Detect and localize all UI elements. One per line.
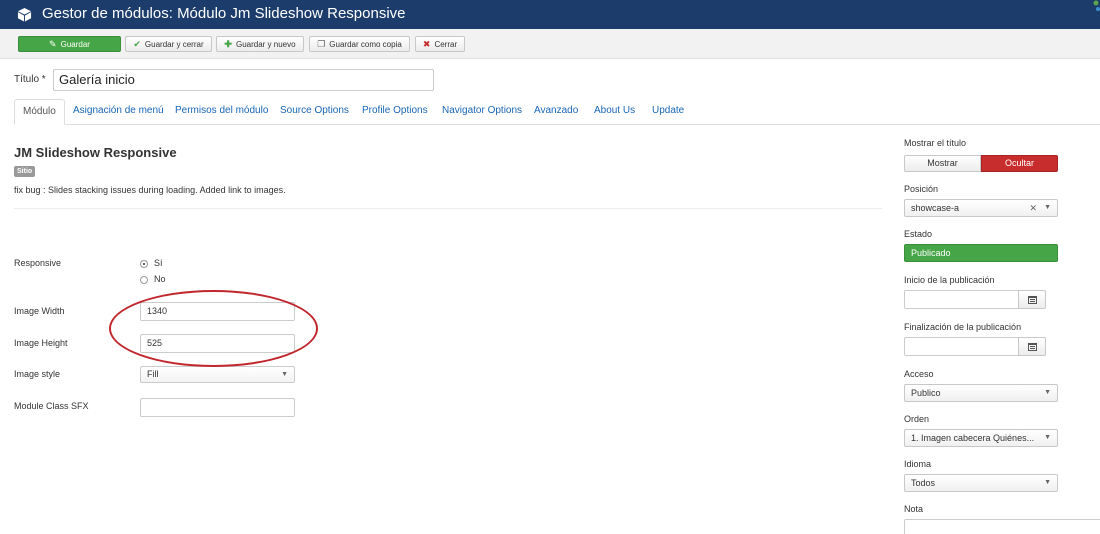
order-value: 1. Imagen cabecera Quiénes... xyxy=(911,433,1035,443)
image-style-value: Fill xyxy=(147,369,159,379)
module-class-sfx-label: Module Class SFX xyxy=(14,401,89,411)
image-style-select[interactable]: Fill ▼ xyxy=(140,366,295,383)
module-name: JM Slideshow Responsive xyxy=(14,145,177,160)
image-width-label: Image Width xyxy=(14,306,65,316)
responsive-yes-label[interactable]: Sí xyxy=(154,258,163,268)
calendar-icon xyxy=(1027,295,1037,304)
chevron-down-icon: ▼ xyxy=(1044,389,1051,396)
access-value: Publico xyxy=(911,388,941,398)
cancel-icon: ✖ xyxy=(422,38,431,49)
access-label: Acceso xyxy=(904,369,934,379)
plus-icon: ✚ xyxy=(224,38,232,49)
language-label: Idioma xyxy=(904,459,932,469)
chevron-down-icon: ▼ xyxy=(1044,479,1051,486)
responsive-no-radio[interactable] xyxy=(140,276,148,284)
title-label: Título * xyxy=(14,74,46,85)
tab-source-options[interactable]: Source Options xyxy=(280,99,349,125)
note-input[interactable] xyxy=(904,519,1100,534)
position-label: Posición xyxy=(904,184,939,194)
tab-modulo[interactable]: Módulo xyxy=(14,99,65,125)
save-button[interactable]: ✎ Guardar xyxy=(18,36,121,52)
calendar-icon xyxy=(1027,342,1037,351)
show-title-hide-button[interactable]: Ocultar xyxy=(981,155,1058,172)
publish-up-calendar-button[interactable] xyxy=(1018,290,1046,309)
publish-down-input[interactable] xyxy=(904,337,1019,356)
publish-down-calendar-button[interactable] xyxy=(1018,337,1046,356)
publish-down-label: Finalización de la publicación xyxy=(904,322,1022,332)
responsive-label: Responsive xyxy=(14,258,62,268)
clear-icon[interactable]: ✕ xyxy=(1029,200,1037,216)
note-label: Nota xyxy=(904,504,924,514)
save-close-button[interactable]: ✔ Guardar y cerrar xyxy=(125,36,212,52)
tab-asignacion-menu[interactable]: Asignación de menú xyxy=(73,99,164,125)
copy-icon: ❐ xyxy=(317,38,326,49)
module-class-sfx-input[interactable] xyxy=(140,398,295,417)
image-style-label: Image style xyxy=(14,369,61,379)
tab-navigator-options[interactable]: Navigator Options xyxy=(442,99,522,125)
tab-update[interactable]: Update xyxy=(652,99,684,125)
language-value: Todos xyxy=(911,478,936,488)
save-copy-button[interactable]: ❐ Guardar como copia xyxy=(309,36,410,52)
joomla-logo-icon xyxy=(1093,0,1100,11)
chevron-down-icon: ▼ xyxy=(281,371,288,378)
tab-about-us[interactable]: About Us xyxy=(594,99,635,125)
show-title-label: Mostrar el título xyxy=(904,138,967,148)
position-select[interactable]: showcase-a ✕ ▼ xyxy=(904,199,1058,217)
publish-up-input[interactable] xyxy=(904,290,1019,309)
page-title: Gestor de módulos: Módulo Jm Slideshow R… xyxy=(42,5,406,22)
check-icon: ✔ xyxy=(133,38,141,49)
title-input[interactable]: Galería inicio xyxy=(53,69,434,91)
tab-profile-options[interactable]: Profile Options xyxy=(362,99,428,125)
status-select[interactable]: Publicado xyxy=(904,244,1058,262)
position-value: showcase-a xyxy=(911,203,960,213)
save-new-button[interactable]: ✚ Guardar y nuevo xyxy=(216,36,304,52)
show-title-show-button[interactable]: Mostrar xyxy=(904,155,981,172)
highlight-annotation xyxy=(109,290,318,367)
app-header: Gestor de módulos: Módulo Jm Slideshow R… xyxy=(0,0,1100,29)
status-label: Estado xyxy=(904,229,933,239)
tab-bar: Módulo Asignación de menú Permisos del m… xyxy=(14,99,1100,125)
tab-avanzado[interactable]: Avanzado xyxy=(534,99,578,125)
tab-permisos[interactable]: Permisos del módulo xyxy=(175,99,268,125)
module-description: fix bug : Slides stacking issues during … xyxy=(14,185,286,195)
close-button[interactable]: ✖ Cerrar xyxy=(415,36,465,52)
image-height-label: Image Height xyxy=(14,338,68,348)
edit-icon: ✎ xyxy=(49,38,57,49)
order-label: Orden xyxy=(904,414,930,424)
order-select[interactable]: 1. Imagen cabecera Quiénes... ▼ xyxy=(904,429,1058,447)
chevron-down-icon: ▼ xyxy=(1044,204,1051,211)
access-select[interactable]: Publico ▼ xyxy=(904,384,1058,402)
publish-up-label: Inicio de la publicación xyxy=(904,275,995,285)
site-badge: Sitio xyxy=(14,166,36,177)
responsive-no-label[interactable]: No xyxy=(154,274,166,284)
responsive-yes-radio[interactable] xyxy=(140,260,148,268)
toolbar: ✎ Guardar ✔ Guardar y cerrar ✚ Guardar y… xyxy=(0,29,1100,59)
cube-icon xyxy=(17,7,32,22)
chevron-down-icon: ▼ xyxy=(1044,434,1051,441)
language-select[interactable]: Todos ▼ xyxy=(904,474,1058,492)
divider xyxy=(14,208,882,209)
